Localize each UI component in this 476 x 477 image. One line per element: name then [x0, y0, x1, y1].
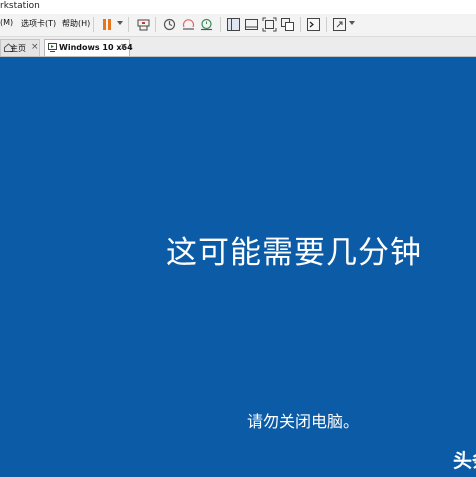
fullscreen-icon[interactable] [262, 17, 277, 32]
console-icon[interactable] [306, 17, 321, 32]
tab-home-label: 主页 [10, 44, 26, 53]
window-title: rkstation [0, 1, 40, 11]
menu-vm[interactable]: (M) [0, 18, 13, 27]
normal-view-icon[interactable] [244, 17, 259, 32]
toolbar-divider [326, 17, 327, 32]
toolbar-divider [300, 17, 301, 32]
menu-help[interactable]: 帮助(H) [62, 18, 90, 29]
pause-dropdown-icon[interactable] [117, 21, 123, 25]
tab-home[interactable]: 主页 × [0, 39, 40, 56]
stretch-view-dropdown-icon[interactable] [349, 21, 355, 25]
vm-icon [48, 43, 57, 52]
close-icon[interactable]: × [31, 42, 39, 52]
unity-icon[interactable] [280, 17, 295, 32]
update-message-subtext: 请勿关闭电脑。 [247, 412, 360, 431]
title-bar: rkstation [0, 0, 476, 14]
toolbar-divider [155, 17, 156, 32]
vmware-workstation-window: rkstation (M) 选项卡(T) 帮助(H) 主页 × Windows … [0, 0, 476, 477]
menu-toolbar: (M) 选项卡(T) 帮助(H) [0, 14, 476, 37]
vm-console-screen[interactable]: 这可能需要几分钟 请勿关闭电脑。 头条 [0, 57, 476, 477]
revert-snapshot-icon[interactable] [181, 17, 196, 32]
toolbar-divider [128, 17, 129, 32]
snapshot-icon[interactable] [162, 17, 177, 32]
snapshot-manager-icon[interactable] [199, 17, 214, 32]
watermark-logo: 头条 [453, 444, 476, 477]
tab-windows-10-x64[interactable]: Windows 10 x64 × [44, 39, 133, 56]
update-message-heading: 这可能需要几分钟 [166, 235, 422, 271]
tab-bar: 主页 × Windows 10 x64 × [0, 37, 476, 57]
toolbar-divider [93, 17, 94, 32]
send-keys-icon[interactable] [136, 17, 151, 32]
close-icon[interactable]: × [120, 42, 128, 52]
watermark-text: 头条 [453, 450, 476, 472]
stretch-view-icon[interactable] [332, 17, 347, 32]
toolbar-divider [220, 17, 221, 32]
pause-icon[interactable] [100, 17, 115, 32]
library-view-icon[interactable] [226, 17, 241, 32]
menu-tabs[interactable]: 选项卡(T) [21, 18, 56, 29]
